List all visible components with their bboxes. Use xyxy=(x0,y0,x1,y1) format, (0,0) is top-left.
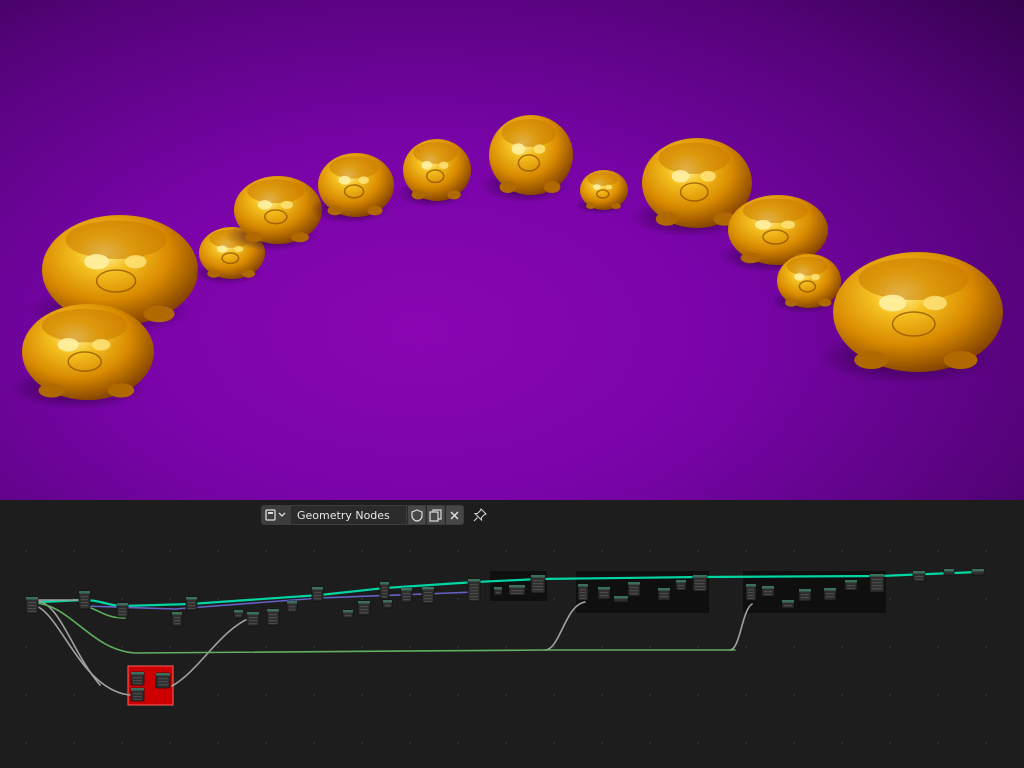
node[interactable] xyxy=(357,600,371,616)
gold-creature xyxy=(225,176,322,251)
fake-user-button[interactable] xyxy=(407,505,426,525)
render-view xyxy=(8,115,1003,410)
node[interactable] xyxy=(912,570,926,582)
creature-instances xyxy=(8,115,1003,410)
node[interactable] xyxy=(171,611,183,627)
node[interactable] xyxy=(130,687,145,702)
node[interactable] xyxy=(400,587,413,603)
node[interactable] xyxy=(185,596,198,611)
node[interactable] xyxy=(155,672,171,689)
3d-viewport[interactable] xyxy=(0,0,1024,500)
node[interactable] xyxy=(798,588,812,602)
node[interactable] xyxy=(266,608,280,626)
gold-creature xyxy=(8,304,154,410)
node-group-name-field[interactable]: Geometry Nodes xyxy=(291,505,407,525)
close-icon xyxy=(450,510,459,520)
node[interactable] xyxy=(78,590,91,610)
node[interactable] xyxy=(233,609,244,619)
node[interactable] xyxy=(823,587,837,601)
node[interactable] xyxy=(246,611,260,627)
node-tree-icon xyxy=(265,509,286,521)
editor-type-button[interactable] xyxy=(261,505,291,525)
node[interactable] xyxy=(530,574,546,594)
node[interactable] xyxy=(761,585,775,597)
node[interactable] xyxy=(597,586,611,600)
node[interactable] xyxy=(844,579,858,591)
node[interactable] xyxy=(382,599,393,609)
node[interactable] xyxy=(508,584,526,596)
duplicate-button[interactable] xyxy=(426,505,445,525)
pin-icon xyxy=(473,508,487,522)
gold-creature xyxy=(816,252,1003,384)
node[interactable] xyxy=(130,671,145,686)
node[interactable] xyxy=(342,609,354,619)
node[interactable] xyxy=(613,595,629,603)
node[interactable] xyxy=(467,578,481,602)
node-graph[interactable] xyxy=(0,500,1024,768)
node[interactable] xyxy=(421,586,435,604)
node[interactable] xyxy=(869,573,885,593)
node[interactable] xyxy=(25,596,39,614)
node[interactable] xyxy=(311,586,324,602)
node[interactable] xyxy=(379,581,390,600)
node[interactable] xyxy=(745,583,757,601)
node[interactable] xyxy=(692,574,708,592)
unlink-button[interactable] xyxy=(445,505,464,525)
node[interactable] xyxy=(493,586,503,596)
node[interactable] xyxy=(943,568,955,576)
node-tree-header: Geometry Nodes xyxy=(261,505,490,525)
duplicate-icon xyxy=(429,508,442,522)
node[interactable] xyxy=(577,583,589,601)
gold-creature xyxy=(396,139,471,208)
node-link xyxy=(32,604,131,696)
node[interactable] xyxy=(627,581,641,597)
gold-creature xyxy=(575,170,628,214)
shield-icon xyxy=(410,508,423,522)
pin-button[interactable] xyxy=(470,505,490,525)
node-editor[interactable]: Geometry Nodes xyxy=(0,500,1024,768)
gold-creature xyxy=(480,115,573,203)
node[interactable] xyxy=(116,602,129,618)
node[interactable] xyxy=(781,599,795,609)
node[interactable] xyxy=(657,587,671,601)
node[interactable] xyxy=(675,579,687,591)
gold-creature xyxy=(310,153,394,224)
node[interactable] xyxy=(286,600,298,613)
node[interactable] xyxy=(971,568,985,576)
